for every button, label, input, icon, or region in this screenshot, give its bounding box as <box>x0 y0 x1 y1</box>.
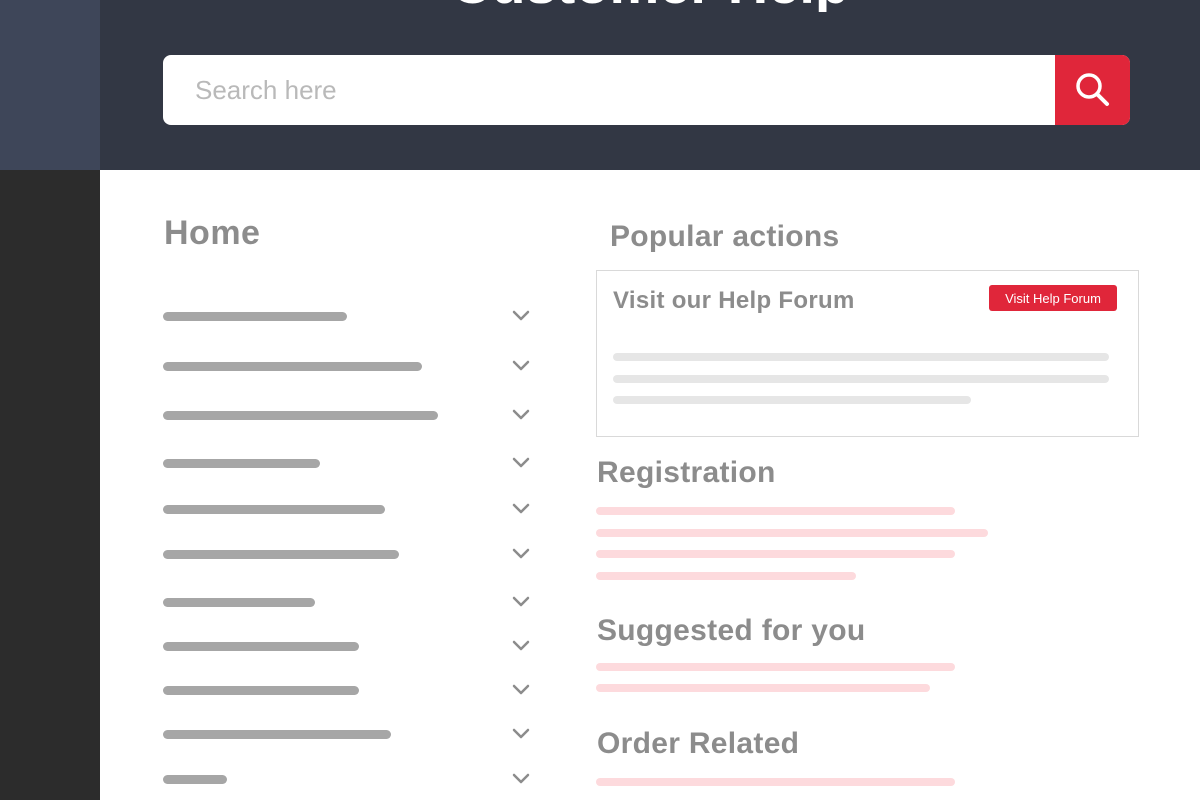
nav-item-label-placeholder <box>163 686 359 695</box>
nav-item-label-placeholder <box>163 775 227 784</box>
registration-link-line[interactable] <box>596 529 988 537</box>
visit-help-forum-button[interactable]: Visit Help Forum <box>989 285 1117 311</box>
suggested-link-line[interactable] <box>596 663 955 671</box>
popular-actions-title: Popular actions <box>610 220 840 253</box>
sidebar-panel <box>0 170 100 800</box>
nav-item-label-placeholder <box>163 411 438 420</box>
nav-menu-item[interactable] <box>163 301 538 331</box>
nav-item-label-placeholder <box>163 312 347 321</box>
chevron-down-icon[interactable] <box>511 454 531 470</box>
nav-menu-item[interactable] <box>163 400 538 430</box>
nav-menu-item[interactable] <box>163 675 538 705</box>
suggested-link-line[interactable] <box>596 684 930 692</box>
registration-title: Registration <box>597 456 776 489</box>
nav-item-label-placeholder <box>163 598 315 607</box>
text-placeholder-line <box>613 375 1109 383</box>
nav-menu-item[interactable] <box>163 719 538 749</box>
nav-item-label-placeholder <box>163 505 385 514</box>
nav-menu-item[interactable] <box>163 587 538 617</box>
order-related-title: Order Related <box>597 727 800 760</box>
page-title: Customer Help <box>100 0 1200 12</box>
nav-item-label-placeholder <box>163 362 422 371</box>
nav-menu-item[interactable] <box>163 494 538 524</box>
chevron-down-icon[interactable] <box>511 681 531 697</box>
nav-item-label-placeholder <box>163 730 391 739</box>
order-link-line[interactable] <box>596 778 955 786</box>
nav-menu-item[interactable] <box>163 631 538 661</box>
chevron-down-icon[interactable] <box>511 500 531 516</box>
chevron-down-icon[interactable] <box>511 725 531 741</box>
registration-link-line[interactable] <box>596 507 955 515</box>
chevron-down-icon[interactable] <box>511 357 531 373</box>
registration-link-line[interactable] <box>596 550 955 558</box>
chevron-down-icon[interactable] <box>511 770 531 786</box>
chevron-down-icon[interactable] <box>511 637 531 653</box>
search-bar <box>163 55 1130 125</box>
chevron-down-icon[interactable] <box>511 545 531 561</box>
text-placeholder-line <box>613 353 1109 361</box>
search-button[interactable] <box>1055 55 1130 125</box>
nav-item-label-placeholder <box>163 550 399 559</box>
chevron-down-icon[interactable] <box>511 593 531 609</box>
chevron-down-icon[interactable] <box>511 406 531 422</box>
help-forum-card: Visit our Help Forum Visit Help Forum <box>596 270 1139 437</box>
nav-menu-item[interactable] <box>163 539 538 569</box>
suggested-title: Suggested for you <box>597 614 866 647</box>
nav-item-label-placeholder <box>163 642 359 651</box>
nav-menu-item[interactable] <box>163 351 538 381</box>
nav-title: Home <box>164 214 261 252</box>
search-input[interactable] <box>163 55 1055 125</box>
nav-menu-item[interactable] <box>163 764 538 794</box>
registration-link-line[interactable] <box>596 572 856 580</box>
help-forum-title: Visit our Help Forum <box>613 287 855 314</box>
text-placeholder-line <box>613 396 971 404</box>
nav-menu-item[interactable] <box>163 448 538 478</box>
sidebar-top-panel <box>0 0 100 170</box>
nav-item-label-placeholder <box>163 459 320 468</box>
search-icon <box>1075 73 1109 106</box>
chevron-down-icon[interactable] <box>511 307 531 323</box>
